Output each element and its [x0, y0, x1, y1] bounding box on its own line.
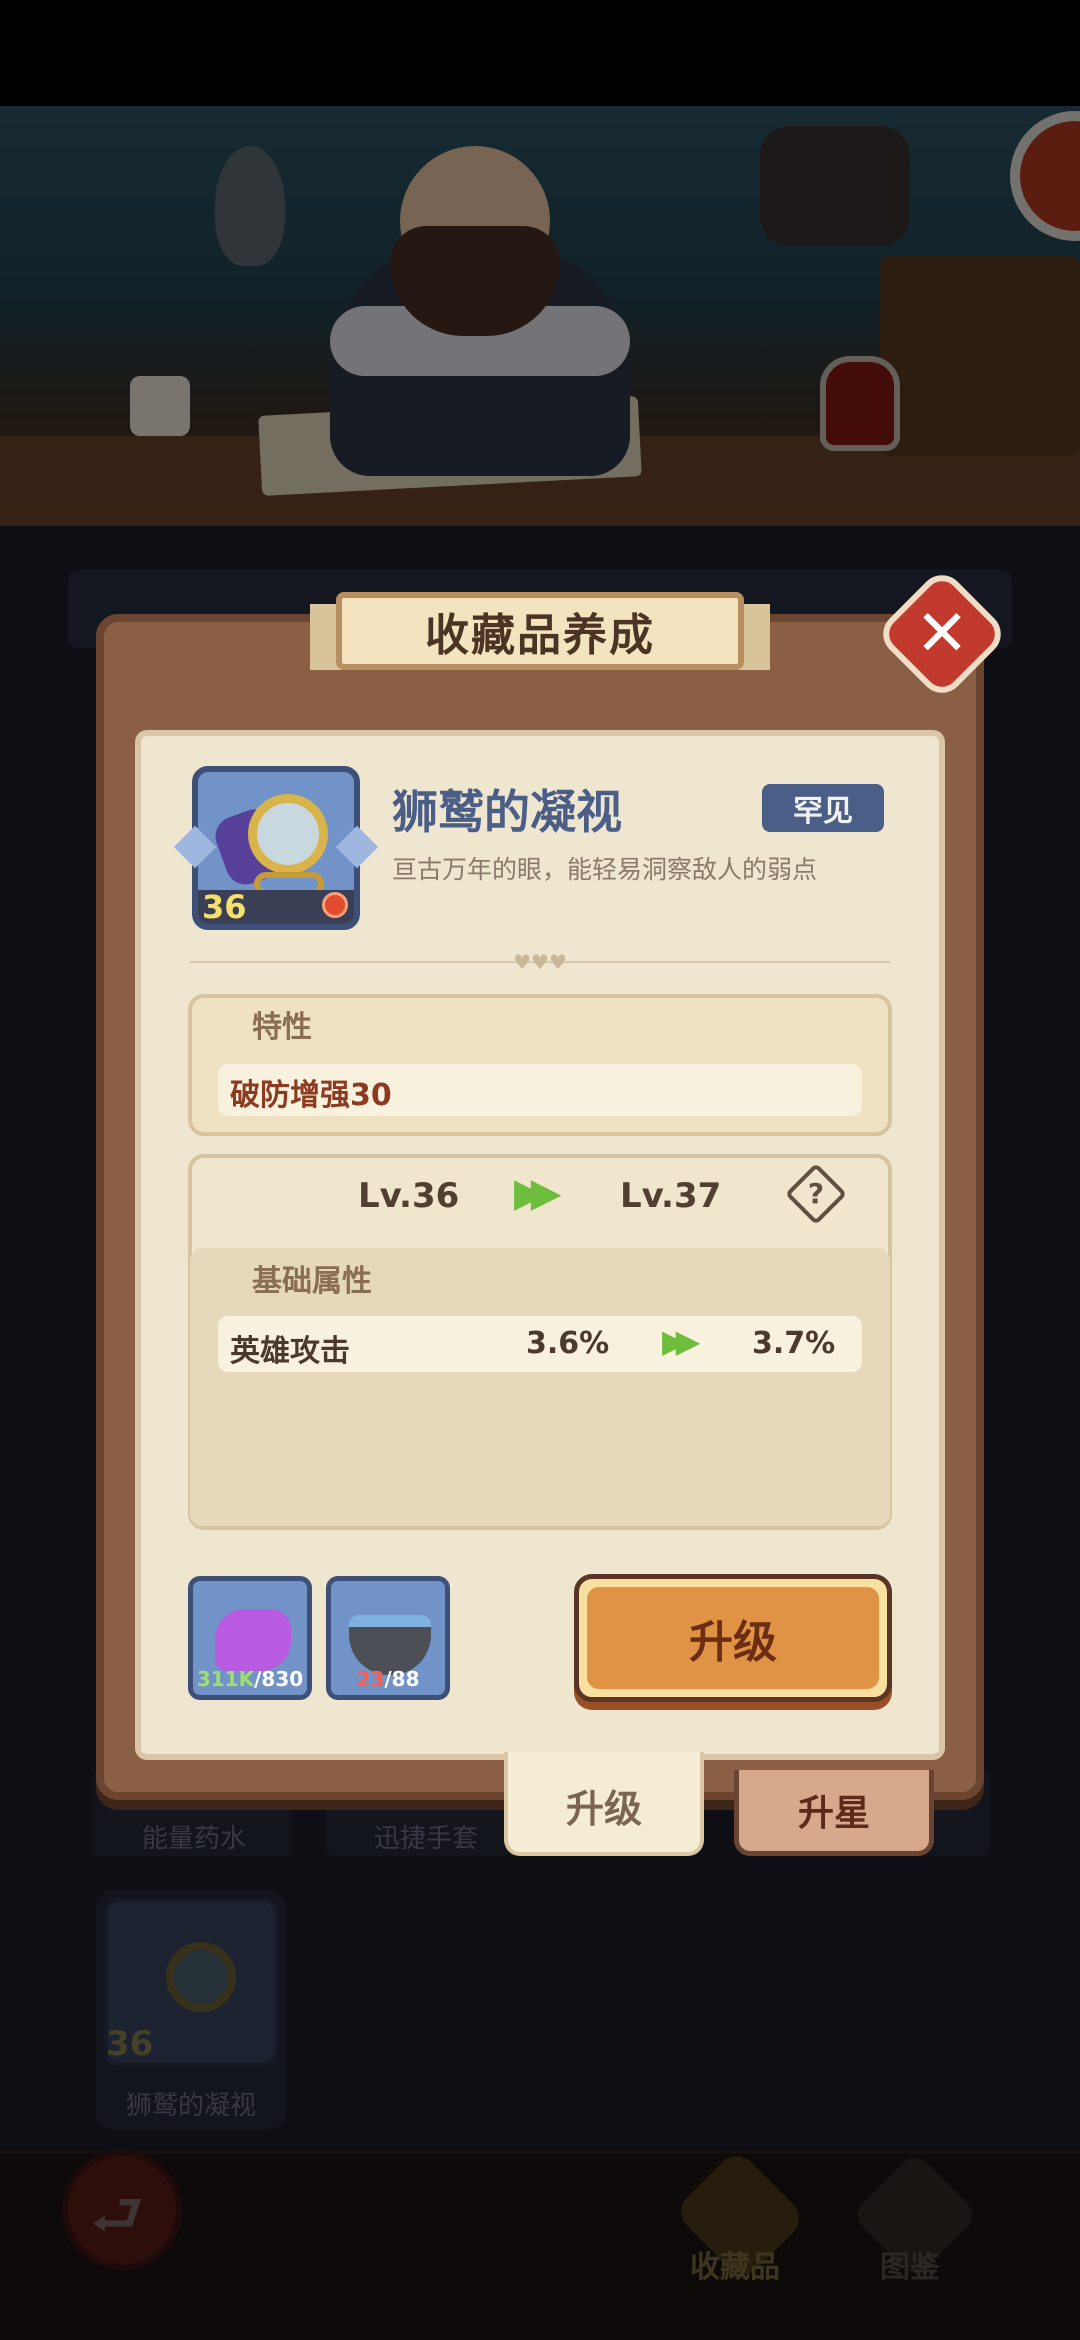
- tab-star-up-label: 升星: [797, 1793, 870, 1834]
- rarity-badge: 罕见: [762, 784, 884, 832]
- stat-current: 3.6%: [526, 1326, 610, 1361]
- status-bar: [0, 0, 1080, 106]
- monocle-icon: [248, 794, 328, 874]
- crystal-icon: [215, 1609, 291, 1671]
- upgrade-button[interactable]: 升级: [574, 1574, 892, 1702]
- material-count: 311K/830: [196, 1667, 304, 1691]
- level-next: Lv.37: [620, 1176, 722, 1216]
- double-arrow-icon: ▶▶: [514, 1170, 561, 1216]
- tab-upgrade[interactable]: 升级: [504, 1752, 704, 1856]
- mortar-icon: [349, 1615, 431, 1675]
- level-current: Lv.36: [358, 1176, 460, 1216]
- item-name: 狮鹫的凝视: [392, 785, 622, 839]
- item-description: 亘古万年的眼，能轻易洞察敌人的弱点: [392, 855, 818, 884]
- item-level: 36: [202, 888, 247, 926]
- material-count: 23/88: [356, 1667, 420, 1691]
- question-icon[interactable]: ?: [794, 1172, 838, 1216]
- tab-upgrade-label: 升级: [565, 1787, 642, 1831]
- trait-header: 特性: [252, 1010, 312, 1045]
- material-mortar[interactable]: 23/88: [326, 1576, 450, 1700]
- stat-next: 3.7%: [752, 1326, 836, 1361]
- modal-title-banner: 收藏品养成: [336, 592, 744, 670]
- stat-name: 英雄攻击: [230, 1334, 350, 1369]
- heart-ornament-icon: ♥♥♥: [513, 950, 567, 974]
- modal-title: 收藏品养成: [425, 610, 655, 661]
- base-attributes-header: 基础属性: [252, 1264, 372, 1299]
- item-icon-card: 36: [173, 766, 379, 930]
- double-arrow-icon: ▶▶: [662, 1322, 700, 1360]
- tab-star-up[interactable]: 升星: [734, 1770, 934, 1856]
- upgrade-button-label: 升级: [689, 1617, 777, 1668]
- sun-badge-icon: [322, 892, 348, 918]
- trait-value: 破防增强30: [230, 1078, 392, 1113]
- close-icon[interactable]: ✕: [894, 586, 990, 682]
- material-crystal[interactable]: 311K/830: [188, 1576, 312, 1700]
